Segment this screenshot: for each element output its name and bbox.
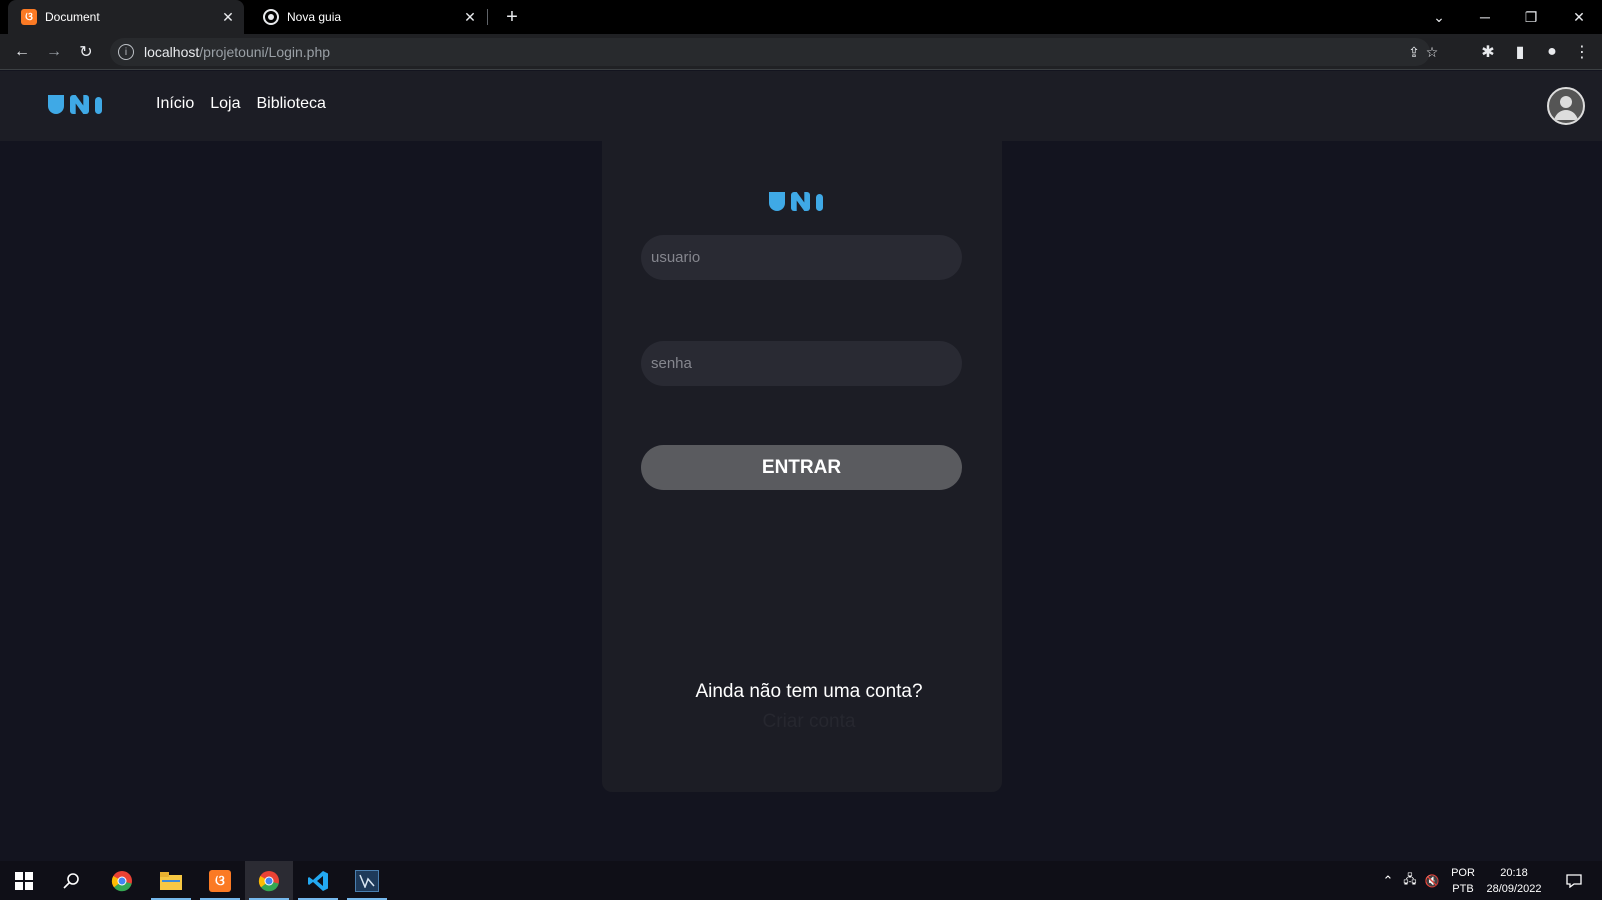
close-window-button[interactable]: ✕ bbox=[1556, 0, 1602, 34]
workbench-app-icon[interactable] bbox=[343, 861, 391, 900]
xampp-taskbar-icon[interactable]: ଓ bbox=[196, 861, 244, 900]
vscode-icon[interactable] bbox=[294, 861, 342, 900]
address-bar[interactable]: i localhost/projetouni/Login.php ⇪ ☆ bbox=[110, 38, 1438, 66]
new-tab-button[interactable]: + bbox=[500, 5, 524, 29]
clock-time: 20:18 bbox=[1500, 866, 1528, 879]
extensions-puzzle-icon[interactable]: ✱ bbox=[1474, 38, 1502, 66]
browser-tab-nova-guia[interactable]: Nova guia ✕ bbox=[250, 0, 486, 34]
nav-link-biblioteca[interactable]: Biblioteca bbox=[257, 95, 326, 113]
bookmark-star-icon[interactable]: ☆ bbox=[1424, 44, 1440, 60]
site-nav-links: Início Loja Biblioteca bbox=[156, 95, 326, 113]
close-tab-icon[interactable]: ✕ bbox=[460, 9, 480, 26]
reload-icon[interactable]: ↻ bbox=[72, 38, 100, 66]
nav-link-inicio[interactable]: Início bbox=[156, 95, 194, 113]
logo-letter-i bbox=[816, 194, 823, 211]
nav-link-loja[interactable]: Loja bbox=[210, 95, 240, 113]
tab-title: Nova guia bbox=[287, 10, 342, 24]
user-avatar-icon[interactable] bbox=[1547, 87, 1585, 125]
clock-date: 28/09/2022 bbox=[1486, 882, 1542, 895]
lang-bottom: PTB bbox=[1452, 882, 1474, 895]
network-icon[interactable]: 🖧 bbox=[1399, 870, 1421, 891]
minimize-button[interactable]: ─ bbox=[1462, 0, 1508, 34]
tab-title: Document bbox=[45, 10, 100, 24]
clock[interactable]: 20:18 28/09/2022 bbox=[1484, 861, 1544, 900]
tab-search-icon[interactable]: ⌄ bbox=[1416, 0, 1462, 34]
xampp-icon: ଓ bbox=[21, 9, 37, 25]
system-tray: ⌃ 🖧 🔇 bbox=[1377, 861, 1443, 900]
chrome-taskbar-icon[interactable] bbox=[98, 861, 146, 900]
browser-tab-document[interactable]: ଓ Document ✕ bbox=[8, 0, 244, 34]
password-input[interactable] bbox=[641, 341, 962, 386]
show-hidden-icons-chevron-icon[interactable]: ⌃ bbox=[1377, 873, 1399, 889]
profile-icon[interactable]: ● bbox=[1538, 38, 1566, 66]
login-logo bbox=[769, 192, 823, 211]
chrome-icon bbox=[263, 9, 279, 25]
create-account-link[interactable]: Criar conta bbox=[602, 711, 1016, 733]
side-panel-icon[interactable]: ▮ bbox=[1506, 38, 1534, 66]
search-icon[interactable] bbox=[48, 861, 96, 900]
url-path: /projetouni/Login.php bbox=[199, 44, 331, 60]
windows-start-icon[interactable] bbox=[0, 861, 48, 900]
back-arrow-icon[interactable]: ← bbox=[8, 38, 36, 66]
site-logo[interactable] bbox=[48, 95, 102, 114]
windows-taskbar: ଓ ⌃ 🖧 🔇 POR PTB 20:18 28/09/2022 bbox=[0, 861, 1602, 900]
username-input[interactable] bbox=[641, 235, 962, 280]
site-navbar: Início Loja Biblioteca bbox=[0, 71, 1602, 141]
chrome-active-taskbar-icon[interactable] bbox=[245, 861, 293, 900]
language-indicator[interactable]: POR PTB bbox=[1448, 861, 1478, 900]
logo-letter-u bbox=[48, 95, 64, 114]
notifications-icon[interactable] bbox=[1560, 861, 1588, 900]
browser-toolbar: ← → ↻ i localhost/projetouni/Login.php ⇪… bbox=[0, 34, 1602, 70]
close-tab-icon[interactable]: ✕ bbox=[218, 9, 238, 26]
share-icon[interactable]: ⇪ bbox=[1406, 44, 1422, 60]
logo-letter-i bbox=[95, 97, 102, 114]
login-card: ENTRAR Ainda não tem uma conta? Criar co… bbox=[602, 141, 1002, 792]
logo-letter-n bbox=[791, 192, 810, 211]
url-host: localhost bbox=[144, 44, 200, 60]
logo-letter-u bbox=[769, 192, 785, 211]
no-account-text: Ainda não tem uma conta? bbox=[695, 681, 923, 702]
site-info-icon[interactable]: i bbox=[118, 44, 134, 60]
logo-letter-n bbox=[70, 95, 89, 114]
volume-muted-icon[interactable]: 🔇 bbox=[1421, 874, 1443, 888]
lang-top: POR bbox=[1451, 866, 1475, 879]
file-explorer-icon[interactable] bbox=[147, 861, 195, 900]
restore-button[interactable]: ❐ bbox=[1508, 0, 1554, 34]
browser-tabstrip: ଓ Document ✕ Nova guia ✕ + ⌄ ─ ❐ ✕ bbox=[0, 0, 1602, 34]
forward-arrow-icon[interactable]: → bbox=[40, 38, 68, 66]
login-submit-button[interactable]: ENTRAR bbox=[641, 445, 962, 490]
tab-separator bbox=[487, 9, 488, 25]
chrome-menu-icon[interactable]: ⋮ bbox=[1568, 38, 1596, 66]
